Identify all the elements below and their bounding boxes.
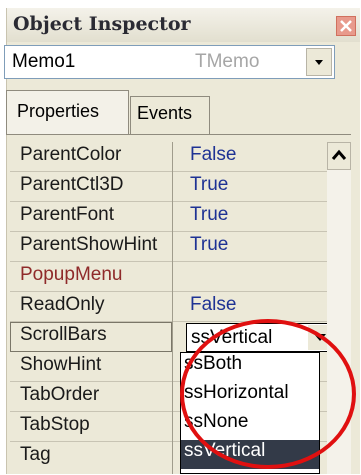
object-type: TMemo <box>195 51 260 72</box>
close-button[interactable] <box>336 16 356 36</box>
dropdown-option[interactable]: ssBoth <box>181 353 319 382</box>
property-name: TabOrder <box>20 384 100 405</box>
dropdown-option-selected[interactable]: ssVertical <box>181 440 319 469</box>
scroll-up-button[interactable] <box>327 142 351 170</box>
dropdown-list: ssBoth ssHorizontal ssNone ssVertical <box>180 352 320 474</box>
property-row-readonly[interactable]: ReadOnly False <box>10 292 336 322</box>
property-row-parentctl3d[interactable]: ParentCtl3D True <box>10 172 336 202</box>
property-name: TabStop <box>20 414 90 435</box>
tab-properties[interactable]: Properties <box>6 90 129 135</box>
property-row-parentcolor[interactable]: ParentColor False <box>10 142 336 172</box>
property-name: ShowHint <box>20 354 102 375</box>
scrollbars-value-dropdown[interactable]: ssVertical <box>186 323 334 352</box>
property-value[interactable]: True <box>190 204 228 226</box>
property-row-popupmenu[interactable]: PopupMenu <box>10 262 336 292</box>
property-name: ReadOnly <box>20 294 105 315</box>
close-icon <box>340 20 352 32</box>
object-name: Memo1 <box>12 51 76 72</box>
property-value[interactable]: True <box>190 234 228 256</box>
chevron-down-icon <box>315 60 323 65</box>
object-selector[interactable]: Memo1 TMemo <box>4 45 335 79</box>
property-name: Tag <box>20 444 51 465</box>
tab-events-label: Events <box>137 103 193 123</box>
chevron-up-icon <box>331 149 347 160</box>
tab-events[interactable]: Events <box>130 96 210 134</box>
property-name: ParentColor <box>20 144 122 165</box>
property-name: ParentShowHint <box>20 234 158 255</box>
title-bar[interactable]: Object Inspector <box>7 8 360 42</box>
property-name: ParentFont <box>20 204 114 225</box>
property-value[interactable]: False <box>190 294 236 316</box>
object-selector-dropdown-button[interactable] <box>306 48 332 76</box>
vertical-scrollbar-track[interactable] <box>327 170 351 474</box>
property-name: PopupMenu <box>20 264 123 285</box>
dropdown-selected-value: ssVertical <box>191 327 273 348</box>
property-row-parentshowhint[interactable]: ParentShowHint True <box>10 232 336 262</box>
column-divider <box>172 142 173 474</box>
property-row-parentfont[interactable]: ParentFont True <box>10 202 336 232</box>
selected-row-focus <box>10 322 172 352</box>
property-value[interactable]: True <box>190 174 228 196</box>
tab-properties-label: Properties <box>17 101 100 121</box>
dropdown-option[interactable]: ssHorizontal <box>181 382 319 411</box>
window-title: Object Inspector <box>13 13 191 35</box>
property-value[interactable]: False <box>190 144 236 166</box>
dropdown-option[interactable]: ssNone <box>181 411 319 440</box>
property-name: ParentCtl3D <box>20 174 124 195</box>
